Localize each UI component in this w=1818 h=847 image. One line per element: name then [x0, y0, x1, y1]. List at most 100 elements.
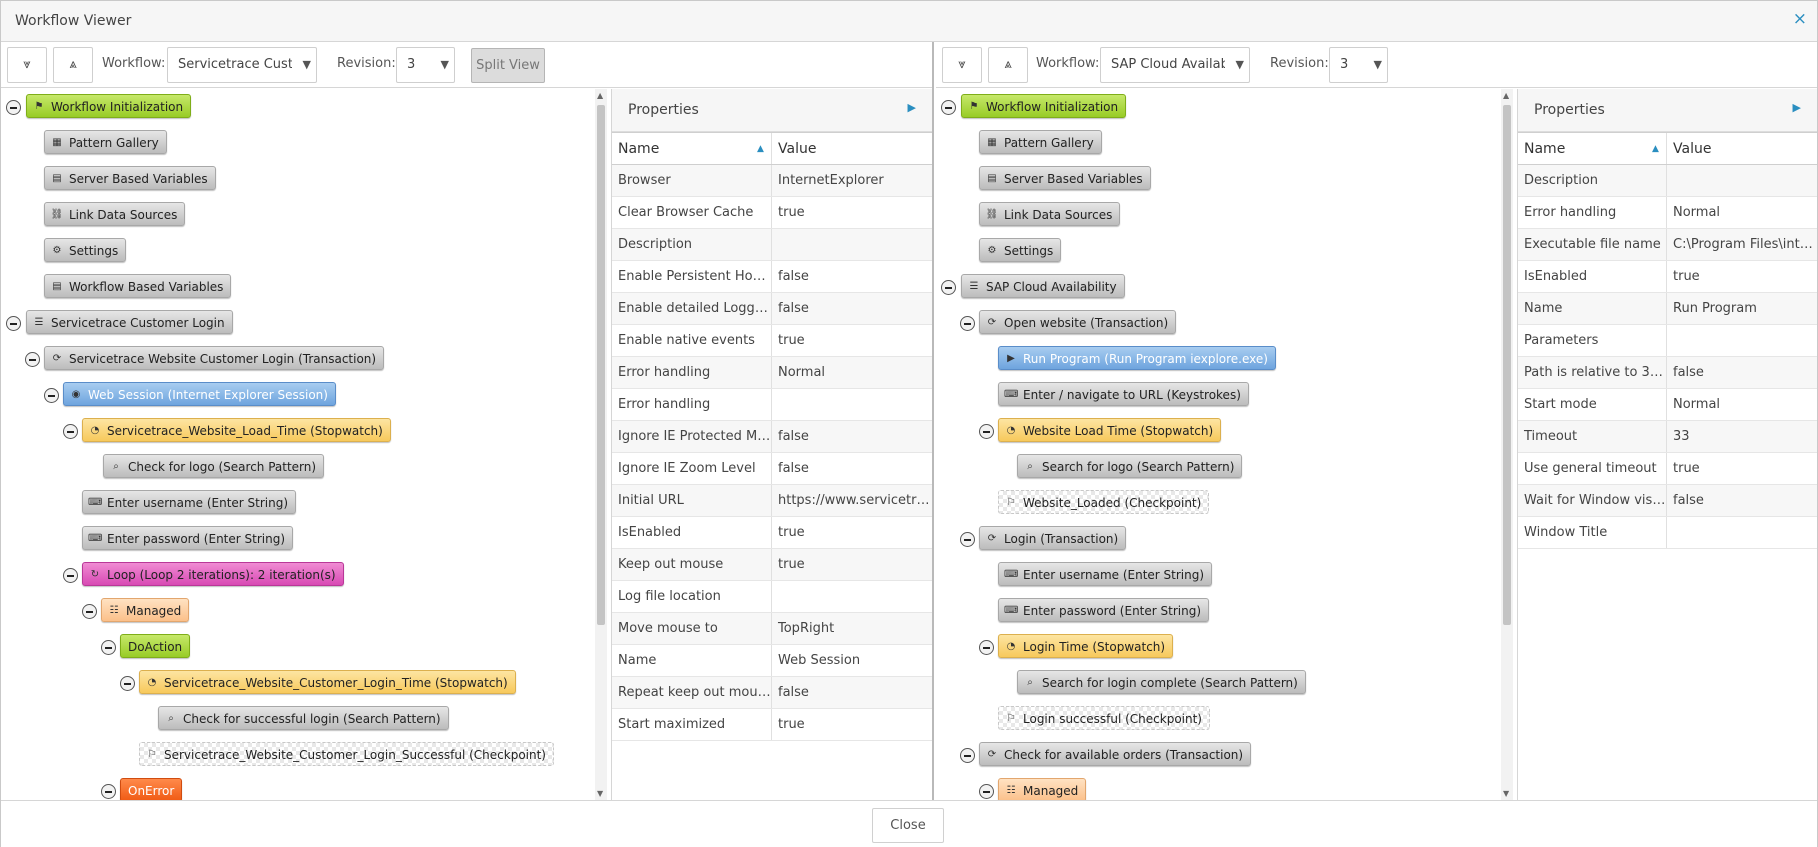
- property-row[interactable]: Keep out mouse true: [612, 549, 932, 581]
- tree-node-pill[interactable]: DoAction: [120, 634, 191, 658]
- collapse-all-button[interactable]: ⩓: [53, 47, 93, 83]
- expand-all-button[interactable]: ⩔: [7, 47, 47, 83]
- tree-node-pill[interactable]: ⛓ Link Data Sources: [44, 202, 186, 226]
- scroll-down-icon[interactable]: ▼: [597, 789, 603, 798]
- tree-node-pill[interactable]: ⚙ Settings: [979, 238, 1062, 262]
- revision-select[interactable]: 3 ▼: [396, 47, 455, 83]
- tree-node-pill[interactable]: ⚙ Settings: [44, 238, 127, 262]
- property-row[interactable]: Description: [1518, 165, 1817, 197]
- property-row[interactable]: Start mode Normal: [1518, 389, 1817, 421]
- property-row[interactable]: Error handling Normal: [612, 357, 932, 389]
- scroll-up-icon[interactable]: ▲: [1503, 91, 1509, 100]
- tree-node-pill[interactable]: ↻ Loop (Loop 2 iterations): 2 iteration(s…: [82, 562, 344, 586]
- tree-node-pill[interactable]: ☷ Managed: [101, 598, 190, 622]
- tree-node-pill[interactable]: ▤ Server Based Variables: [979, 166, 1151, 190]
- property-row[interactable]: Start maximized true: [612, 709, 932, 741]
- collapse-toggle-icon[interactable]: [63, 568, 78, 583]
- sort-ascending-icon[interactable]: ▲: [757, 144, 764, 154]
- tree-node-pill[interactable]: ⌕ Search for login complete (Search Patte…: [1017, 670, 1306, 694]
- property-row[interactable]: Error handling Normal: [1518, 197, 1817, 229]
- tree-node-pill[interactable]: ⚑ Workflow Initialization: [26, 94, 192, 118]
- collapse-toggle-icon[interactable]: [6, 316, 21, 331]
- split-view-button[interactable]: Split View: [471, 48, 545, 83]
- tree-node-pill[interactable]: ⌨ Enter username (Enter String): [998, 562, 1213, 586]
- collapse-toggle-icon[interactable]: [120, 676, 135, 691]
- property-row[interactable]: Parameters: [1518, 325, 1817, 357]
- tree-node-pill[interactable]: ◔ Website Load Time (Stopwatch): [998, 418, 1222, 442]
- property-row[interactable]: Wait for Window visible false: [1518, 485, 1817, 517]
- collapse-toggle-icon[interactable]: [82, 604, 97, 619]
- tree-node-pill[interactable]: ◉ Web Session (Internet Explorer Session): [63, 382, 336, 406]
- tree-node-pill[interactable]: ▦ Pattern Gallery: [44, 130, 167, 154]
- revision-select[interactable]: 3 ▼: [1329, 47, 1388, 83]
- property-row[interactable]: Name Web Session: [612, 645, 932, 677]
- scroll-down-icon[interactable]: ▼: [1503, 789, 1509, 798]
- collapse-toggle-icon[interactable]: [44, 388, 59, 403]
- collapse-toggle-icon[interactable]: [101, 784, 116, 799]
- property-row[interactable]: Initial URL https://www.servicetrace.de: [612, 485, 932, 517]
- close-button[interactable]: Close: [872, 808, 944, 843]
- tree-node-pill[interactable]: ⌕ Search for logo (Search Pattern): [1017, 454, 1243, 478]
- column-value-header[interactable]: Value: [1667, 133, 1817, 164]
- property-row[interactable]: IsEnabled true: [1518, 261, 1817, 293]
- property-row[interactable]: Enable Persistent Hover false: [612, 261, 932, 293]
- property-row[interactable]: Ignore IE Zoom Level false: [612, 453, 932, 485]
- workflow-select[interactable]: SAP Cloud Availability ▼: [1100, 47, 1250, 83]
- property-row[interactable]: Log file location: [612, 581, 932, 613]
- collapse-toggle-icon[interactable]: [979, 784, 994, 799]
- workflow-select[interactable]: Servicetrace Customer Login ▼: [167, 47, 317, 83]
- collapse-all-button[interactable]: ⩓: [988, 47, 1028, 83]
- expand-all-button[interactable]: ⩔: [942, 47, 982, 83]
- property-row[interactable]: Timeout 33: [1518, 421, 1817, 453]
- property-row[interactable]: Path is relative to 3rd party directory f…: [1518, 357, 1817, 389]
- property-row[interactable]: Repeat keep out mouse false: [612, 677, 932, 709]
- property-row[interactable]: Window Title: [1518, 517, 1817, 549]
- tree-node-pill[interactable]: ⟳ Check for available orders (Transaction…: [979, 742, 1252, 766]
- property-row[interactable]: Executable file name C:\Program Files\int…: [1518, 229, 1817, 261]
- property-row[interactable]: Move mouse to TopRight: [612, 613, 932, 645]
- tree-node-pill[interactable]: ⟳ Servicetrace Website Customer Login (Tr…: [44, 346, 385, 370]
- collapse-arrow-icon[interactable]: ▶: [908, 101, 916, 114]
- property-row[interactable]: Name Run Program: [1518, 293, 1817, 325]
- tree-node-pill[interactable]: ▦ Pattern Gallery: [979, 130, 1102, 154]
- scrollbar-thumb[interactable]: [597, 105, 605, 625]
- property-row[interactable]: Enable native events true: [612, 325, 932, 357]
- property-row[interactable]: Ignore IE Protected Mode false: [612, 421, 932, 453]
- property-row[interactable]: Enable detailed Logging false: [612, 293, 932, 325]
- tree-node-pill[interactable]: ⌕ Check for successful login (Search Patt…: [158, 706, 449, 730]
- tree-scrollbar[interactable]: ▲ ▼: [1501, 89, 1513, 800]
- collapse-toggle-icon[interactable]: [979, 424, 994, 439]
- tree-node-pill[interactable]: ☷ Managed: [998, 778, 1087, 800]
- tree-node-pill[interactable]: ⌨ Enter / navigate to URL (Keystrokes): [998, 382, 1249, 406]
- tree-node-pill[interactable]: ⟳ Open website (Transaction): [979, 310, 1177, 334]
- property-row[interactable]: Description: [612, 229, 932, 261]
- tree-node-pill[interactable]: OnError: [120, 778, 183, 800]
- column-name-header[interactable]: Name: [612, 133, 772, 164]
- scrollbar-thumb[interactable]: [1503, 105, 1511, 625]
- property-row[interactable]: Use general timeout true: [1518, 453, 1817, 485]
- tree-node-pill[interactable]: ⚐ Website_Loaded (Checkpoint): [998, 490, 1210, 514]
- tree-node-pill[interactable]: ⚑ Workflow Initialization: [961, 94, 1127, 118]
- scroll-up-icon[interactable]: ▲: [597, 91, 603, 100]
- collapse-toggle-icon[interactable]: [25, 352, 40, 367]
- collapse-toggle-icon[interactable]: [979, 640, 994, 655]
- collapse-toggle-icon[interactable]: [960, 532, 975, 547]
- collapse-toggle-icon[interactable]: [941, 100, 956, 115]
- collapse-toggle-icon[interactable]: [6, 100, 21, 115]
- tree-node-pill[interactable]: ◔ Servicetrace_Website_Customer_Login_Tim…: [139, 670, 516, 694]
- tree-node-pill[interactable]: ⛓ Link Data Sources: [979, 202, 1121, 226]
- tree-node-pill[interactable]: ⌨ Enter username (Enter String): [82, 490, 297, 514]
- tree-node-pill[interactable]: ▶ Run Program (Run Program iexplore.exe): [998, 346, 1276, 370]
- tree-node-pill[interactable]: ☰ Servicetrace Customer Login: [26, 310, 233, 334]
- collapse-toggle-icon[interactable]: [63, 424, 78, 439]
- collapse-toggle-icon[interactable]: [101, 640, 116, 655]
- collapse-arrow-icon[interactable]: ▶: [1793, 101, 1801, 114]
- property-row[interactable]: Clear Browser Cache true: [612, 197, 932, 229]
- tree-node-pill[interactable]: ◔ Login Time (Stopwatch): [998, 634, 1174, 658]
- property-row[interactable]: Error handling: [612, 389, 932, 421]
- tree-node-pill[interactable]: ⚐ Login successful (Checkpoint): [998, 706, 1210, 730]
- tree-node-pill[interactable]: ◔ Servicetrace_Website_Load_Time (Stopwat…: [82, 418, 391, 442]
- tree-node-pill[interactable]: ☰ SAP Cloud Availability: [961, 274, 1125, 298]
- tree-node-pill[interactable]: ⟳ Login (Transaction): [979, 526, 1127, 550]
- tree-node-pill[interactable]: ⌕ Check for logo (Search Pattern): [103, 454, 325, 478]
